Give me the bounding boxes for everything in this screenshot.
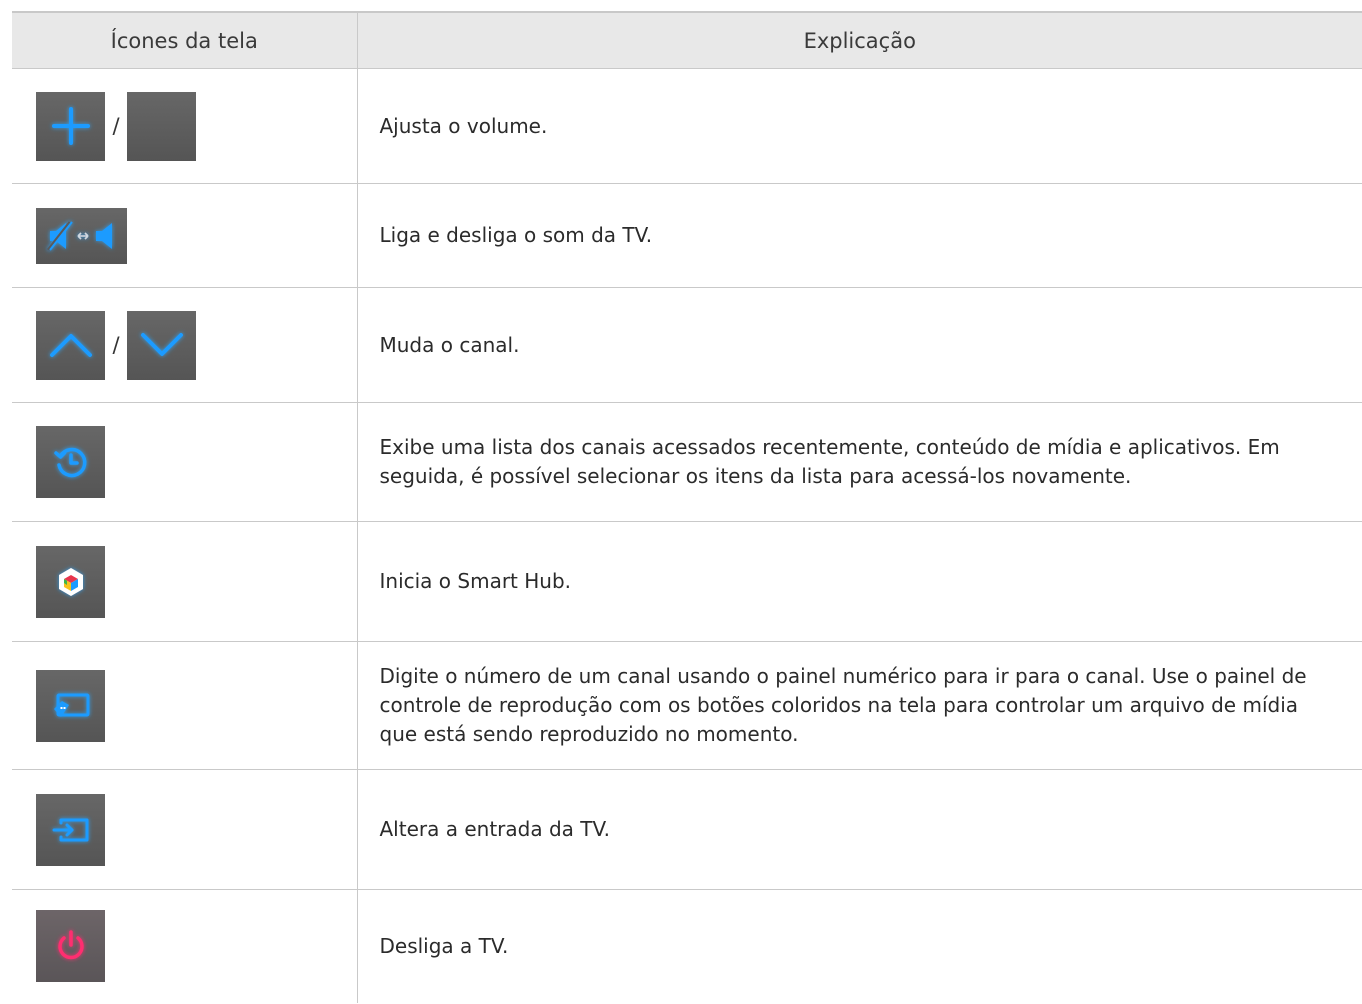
icon-cell: / [12,287,357,403]
channel-down-button[interactable] [127,310,196,380]
virtual-remote-button[interactable] [36,669,105,742]
table-row: Exibe uma lista dos canais acessados rec… [12,402,1362,522]
table-row: / Muda o canal. [12,287,1362,403]
explanation-text: Ajusta o volume. [356,68,1362,184]
table-row: Digite o número de um canal usando o pai… [12,641,1362,770]
minus-icon [140,124,183,128]
volume-up-button[interactable] [36,91,105,161]
chevron-up-icon [49,334,92,357]
table-row: Desliga a TV. [12,889,1362,1003]
icon-cell [12,521,357,642]
table-row: Altera a entrada da TV. [12,769,1362,890]
icon-cell [12,183,357,288]
header-icons: Ícones da tela [12,13,357,69]
mute-toggle-icon [46,220,112,251]
power-icon [57,930,84,960]
explanation-text: Digite o número de um canal usando o pai… [356,641,1362,770]
icon-cell [12,641,357,770]
recent-history-icon [53,447,86,478]
explanation-text: Inicia o Smart Hub. [356,521,1362,642]
mute-button[interactable] [36,207,127,264]
icon-cell [12,890,357,1003]
source-button[interactable] [36,793,105,866]
table-row: Inicia o Smart Hub. [12,521,1362,642]
explanation-text: Altera a entrada da TV. [356,769,1362,890]
volume-down-button[interactable] [127,91,196,161]
smart-hub-button[interactable] [36,545,105,618]
explanation-text: Desliga a TV. [356,889,1362,1003]
separator-slash: / [112,333,120,357]
virtual-remote-icon [53,693,89,717]
recent-button[interactable] [36,426,105,498]
smart-hub-icon [58,567,83,596]
channel-up-button[interactable] [36,310,105,380]
explanation-text: Exibe uma lista dos canais acessados rec… [356,402,1362,522]
icon-cell [12,769,357,890]
table-row: Liga e desliga o som da TV. [12,183,1362,288]
plus-icon [51,107,90,145]
explanation-text: Muda o canal. [356,287,1362,403]
icon-reference-table: Ícones da tela Explicação / Ajusta o vol… [12,13,1362,1003]
source-input-icon [52,818,88,841]
table-row: / Ajusta o volume. [12,68,1362,184]
power-button[interactable] [36,910,105,983]
icon-cell [12,402,357,522]
explanation-text: Liga e desliga o som da TV. [356,183,1362,288]
table-header-row: Ícones da tela Explicação [12,13,1362,69]
separator-slash: / [112,114,120,138]
header-explanation: Explicação [356,13,1362,69]
icon-cell: / [12,68,357,184]
chevron-down-icon [140,333,183,356]
